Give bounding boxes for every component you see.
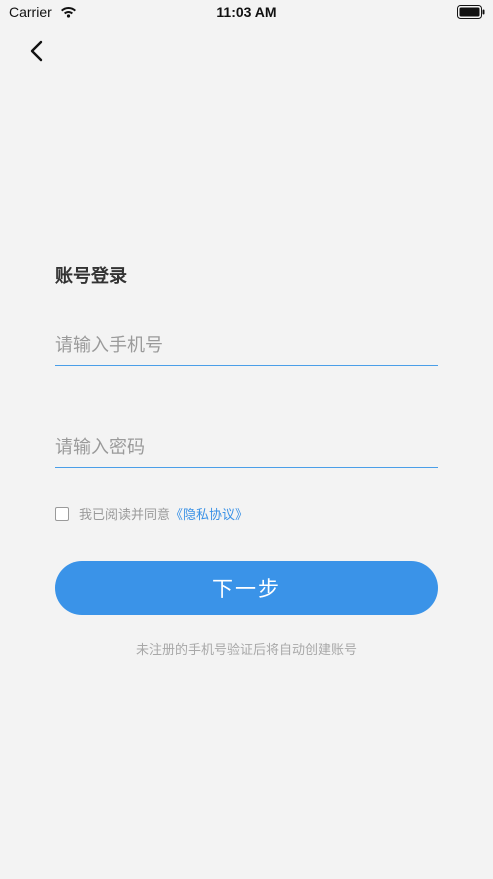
status-bar: Carrier 11:03 AM: [0, 0, 493, 26]
privacy-policy-link[interactable]: 《隐私协议》: [170, 504, 248, 523]
chevron-left-icon: [30, 40, 43, 62]
next-button[interactable]: 下一步: [55, 561, 438, 615]
auto-register-note: 未注册的手机号验证后将自动创建账号: [135, 643, 357, 658]
battery-icon: [457, 5, 485, 19]
back-button[interactable]: [22, 36, 52, 66]
agreement-row: 我已阅读并同意 《隐私协议》: [55, 504, 248, 523]
phone-input[interactable]: [55, 325, 438, 365]
agreement-text: 我已阅读并同意: [79, 508, 171, 523]
clock: 11:03 AM: [216, 4, 277, 20]
phone-field: [55, 325, 438, 366]
agreement-checkbox[interactable]: [55, 506, 69, 521]
password-input[interactable]: [55, 427, 438, 467]
page-title: 账号登录: [55, 266, 127, 287]
password-field: [55, 427, 438, 468]
